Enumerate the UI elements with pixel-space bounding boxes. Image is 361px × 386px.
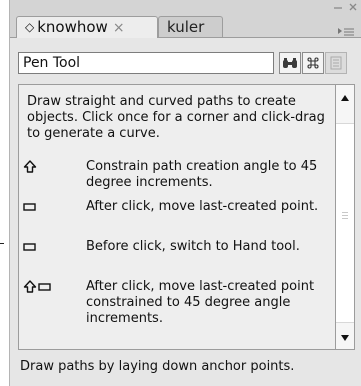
help-content: Draw straight and curved paths to create… — [18, 84, 335, 350]
edge-tick — [0, 243, 4, 244]
tab-knowhow-label: knowhow — [37, 18, 108, 36]
tab-close-icon[interactable]: × — [113, 20, 125, 36]
shift-modifier-icon — [23, 279, 53, 295]
command-key-button[interactable] — [302, 52, 324, 74]
tab-kuler-label: kuler — [167, 18, 205, 36]
thumb-grip — [342, 212, 348, 213]
thumb-grip — [342, 215, 348, 216]
binoculars-icon — [283, 58, 297, 68]
panel-menu-icon[interactable] — [337, 24, 355, 36]
document-icon — [330, 56, 342, 70]
shift-key-icon — [23, 159, 37, 175]
scroll-down-arrow-icon[interactable] — [336, 327, 354, 349]
search-input[interactable] — [18, 52, 274, 74]
diamond-icon: ◇ — [25, 20, 35, 34]
collapse-icon[interactable] — [333, 2, 343, 15]
status-text: Draw paths by laying down anchor points. — [20, 359, 295, 374]
shortcut-text: After click, move last-created point. — [86, 199, 319, 214]
binoculars-button[interactable] — [279, 52, 301, 74]
modifier-key-icon — [23, 199, 37, 215]
shortcut-text: Before click, switch to Hand tool. — [86, 239, 300, 254]
document-button[interactable] — [325, 52, 347, 74]
scroll-thumb[interactable] — [336, 123, 354, 323]
tab-kuler[interactable]: kuler — [158, 16, 223, 38]
modifier-key-icon — [23, 239, 37, 255]
shortcut-text: Constrain path creation angle to 45 degr… — [86, 159, 318, 190]
scroll-up-arrow-icon[interactable] — [336, 87, 354, 109]
shortcut-text: After click, move last-created point con… — [86, 279, 315, 326]
tool-description: Draw straight and curved paths to create… — [27, 94, 325, 141]
thumb-grip — [342, 218, 348, 219]
content-scrollbar[interactable] — [335, 84, 355, 350]
close-panel-icon[interactable] — [348, 2, 358, 15]
command-key-icon — [307, 57, 319, 69]
tab-knowhow[interactable]: ◇ knowhow × — [16, 16, 158, 38]
